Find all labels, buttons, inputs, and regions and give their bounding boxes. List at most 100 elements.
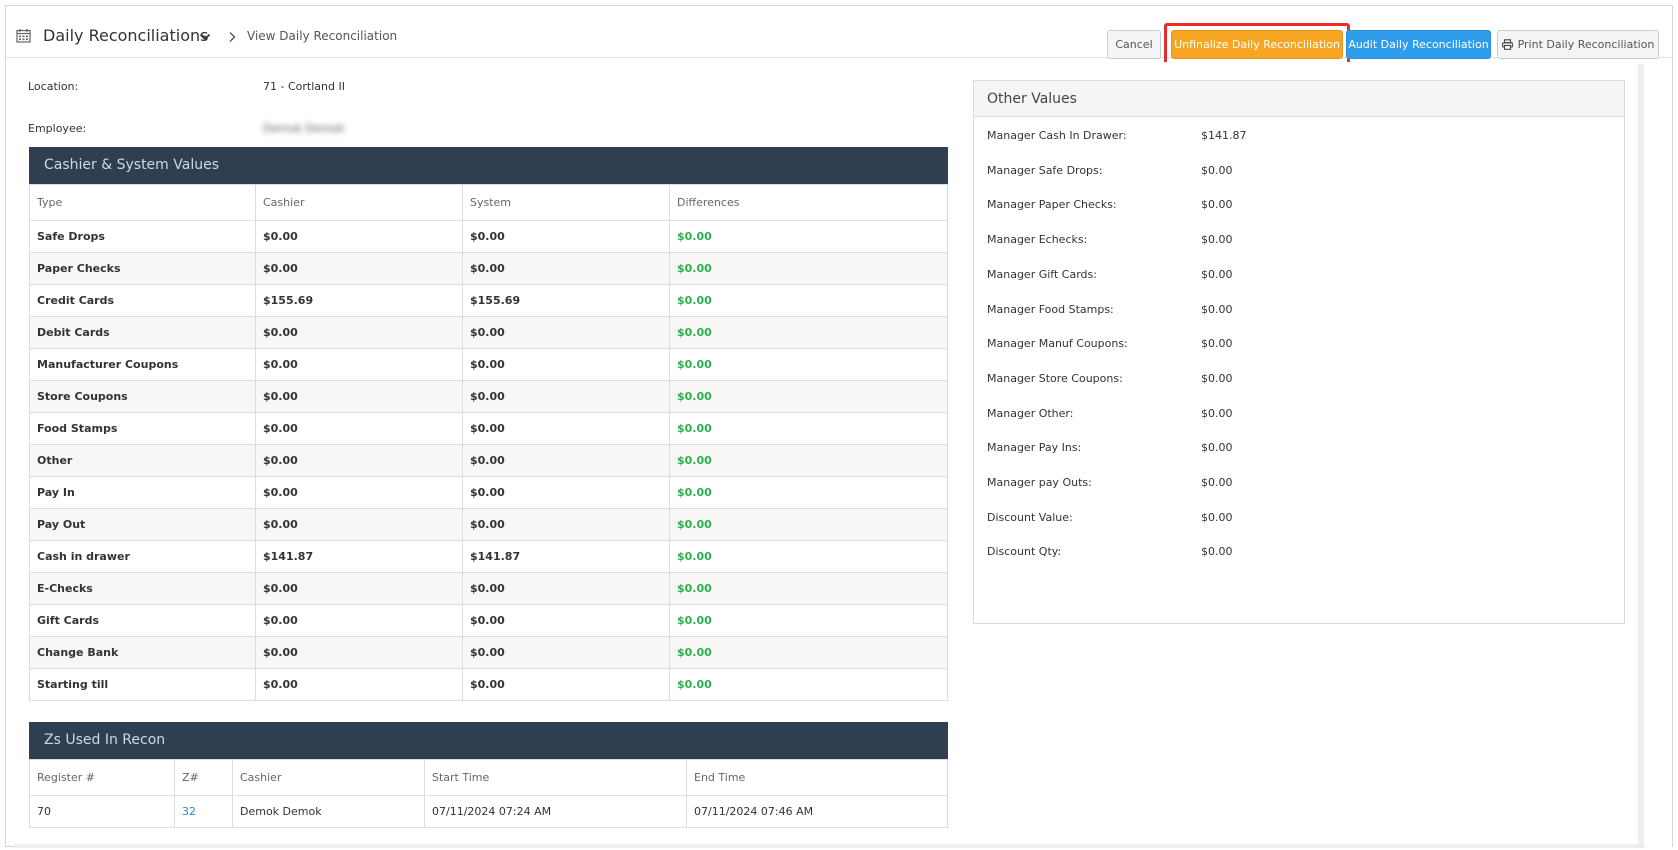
other-value-amount: $0.00 (1201, 163, 1233, 177)
location-label: Location: (28, 80, 79, 93)
unfinalize-button[interactable]: Unfinalize Daily Reconciliation (1171, 30, 1343, 59)
difference-cell: $0.00 (669, 444, 948, 477)
difference-cell: $0.00 (669, 220, 948, 253)
difference-cell: $0.00 (669, 508, 948, 541)
difference-cell: $0.00 (669, 412, 948, 445)
difference-cell: $0.00 (669, 348, 948, 381)
zs-table: Register # Z# Cashier Start Time End Tim… (29, 759, 948, 828)
system-cell: $0.00 (462, 572, 670, 605)
print-button[interactable]: Print Daily Reconciliation (1497, 30, 1659, 59)
column-header: Cashier (255, 184, 463, 221)
type-cell: Cash in drawer (29, 540, 256, 573)
other-value-label: Manager Paper Checks: (987, 198, 1117, 212)
z-number-link[interactable]: 32 (174, 795, 233, 828)
difference-cell: $0.00 (669, 252, 948, 285)
print-button-label: Print Daily Reconciliation (1517, 38, 1655, 51)
system-cell: $0.00 (462, 668, 670, 701)
other-value-amount: $0.00 (1201, 441, 1233, 455)
system-cell: $0.00 (462, 444, 670, 477)
table-row: 70 32 Demok Demok 07/11/2024 07:24 AM 07… (29, 795, 948, 828)
difference-cell: $0.00 (669, 604, 948, 637)
other-value-amount: $0.00 (1201, 337, 1233, 351)
other-value-label: Manager Pay Ins: (987, 441, 1082, 455)
cashier-cell: $0.00 (255, 252, 463, 285)
column-header: Cashier (232, 759, 425, 796)
system-cell: $0.00 (462, 476, 670, 509)
difference-cell: $0.00 (669, 540, 948, 573)
table-row: Starting till $0.00 $0.00 $0.00 (29, 668, 948, 701)
table-row: E-Checks $0.00 $0.00 $0.00 (29, 572, 948, 605)
other-value-amount: $0.00 (1201, 545, 1233, 559)
type-cell: Debit Cards (29, 316, 256, 349)
system-cell: $0.00 (462, 316, 670, 349)
type-cell: Store Coupons (29, 380, 256, 413)
printer-icon (1501, 38, 1513, 50)
type-cell: Pay In (29, 476, 256, 509)
other-value-amount: $0.00 (1201, 476, 1233, 489)
table-row: Pay In $0.00 $0.00 $0.00 (29, 476, 948, 509)
table-row: Safe Drops $0.00 $0.00 $0.00 (29, 220, 948, 253)
table-row: Gift Cards $0.00 $0.00 $0.00 (29, 604, 948, 637)
cashier-system-title: Cashier & System Values (29, 147, 948, 184)
other-value-amount: $0.00 (1201, 302, 1233, 316)
type-cell: Credit Cards (29, 284, 256, 317)
table-row: Debit Cards $0.00 $0.00 $0.00 (29, 316, 948, 349)
difference-cell: $0.00 (669, 284, 948, 317)
other-value-amount: $141.87 (1201, 129, 1247, 142)
table-row: Other $0.00 $0.00 $0.00 (29, 444, 948, 477)
cancel-button[interactable]: Cancel (1107, 30, 1161, 59)
column-header: Start Time (424, 759, 687, 796)
scrollbar[interactable] (1645, 64, 1672, 850)
type-cell: Food Stamps (29, 412, 256, 445)
type-cell: Change Bank (29, 636, 256, 669)
system-cell: $0.00 (462, 508, 670, 541)
column-header: Z# (174, 759, 233, 796)
z-cashier: Demok Demok (232, 795, 425, 828)
other-value-label: Manager pay Outs: (987, 476, 1092, 489)
difference-cell: $0.00 (669, 668, 948, 701)
cashier-cell: $0.00 (255, 316, 463, 349)
column-header: Type (29, 184, 256, 221)
type-cell: Safe Drops (29, 220, 256, 253)
cashier-cell: $155.69 (255, 284, 463, 317)
employee-value: Demok Demok (263, 122, 345, 135)
cashier-cell: $0.00 (255, 220, 463, 253)
column-header: System (462, 184, 670, 221)
system-cell: $155.69 (462, 284, 670, 317)
other-value-label: Manager Echecks: (987, 233, 1088, 247)
type-cell: Other (29, 444, 256, 477)
other-value-amount: $0.00 (1201, 233, 1233, 247)
difference-cell: $0.00 (669, 316, 948, 349)
column-header: End Time (686, 759, 948, 796)
page-title[interactable]: Daily Reconciliations (43, 22, 208, 50)
difference-cell: $0.00 (669, 476, 948, 509)
type-cell: Pay Out (29, 508, 256, 541)
other-value-label: Manager Food Stamps: (987, 302, 1114, 316)
other-value-label: Manager Manuf Coupons: (987, 337, 1128, 351)
type-cell: Paper Checks (29, 252, 256, 285)
column-header: Register # (29, 759, 175, 796)
other-value-label: Manager Gift Cards: (987, 267, 1097, 281)
system-cell: $0.00 (462, 604, 670, 637)
table-row: Food Stamps $0.00 $0.00 $0.00 (29, 412, 948, 445)
table-row: Manufacturer Coupons $0.00 $0.00 $0.00 (29, 348, 948, 381)
chevron-down-icon[interactable] (199, 32, 211, 42)
table-row: Pay Out $0.00 $0.00 $0.00 (29, 508, 948, 541)
other-values-panel: Other Values Manager Cash In Drawer: $141… (973, 80, 1625, 624)
other-value-amount: $0.00 (1201, 198, 1233, 212)
other-value-label: Discount Qty: (987, 545, 1062, 559)
cashier-cell: $0.00 (255, 668, 463, 701)
chevron-right-icon (229, 32, 236, 42)
z-end-time: 07/11/2024 07:46 AM (686, 795, 948, 828)
type-cell: E-Checks (29, 572, 256, 605)
other-value-label: Manager Cash In Drawer: (987, 129, 1127, 142)
other-values-title: Other Values (974, 81, 1624, 117)
register-number: 70 (29, 795, 175, 828)
audit-button[interactable]: Audit Daily Reconciliation (1346, 30, 1491, 59)
other-value-amount: $0.00 (1201, 406, 1233, 420)
difference-cell: $0.00 (669, 380, 948, 413)
system-cell: $0.00 (462, 252, 670, 285)
table-row: Cash in drawer $141.87 $141.87 $0.00 (29, 540, 948, 573)
column-header: Differences (669, 184, 948, 221)
other-value-label: Manager Other: (987, 406, 1074, 420)
